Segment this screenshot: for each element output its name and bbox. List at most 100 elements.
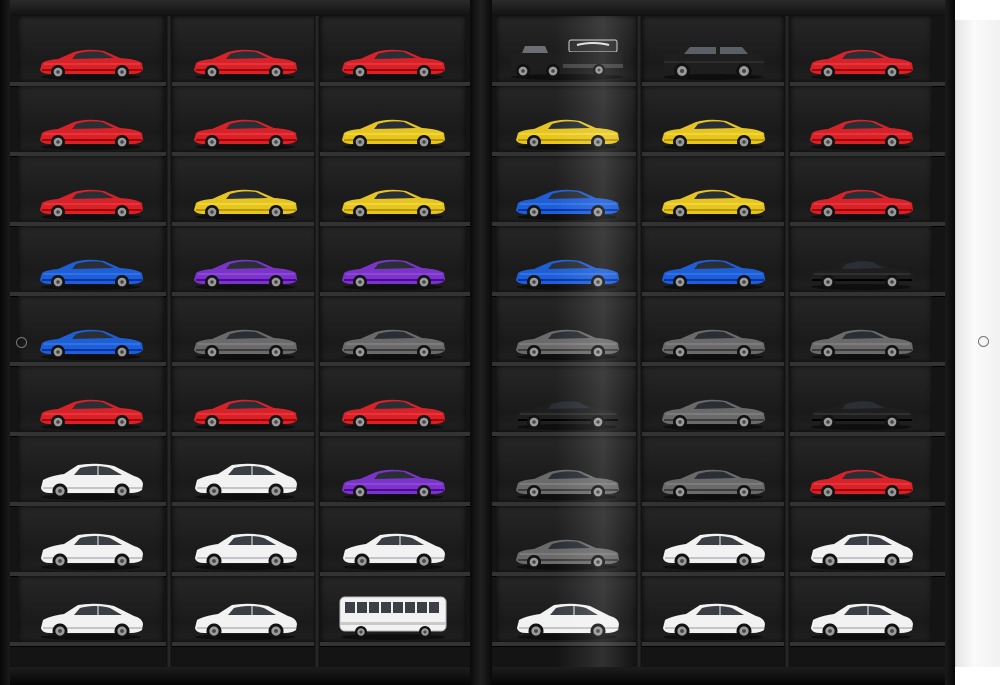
right-slot-r4-c3 (790, 226, 932, 292)
model-car-red-coupe (338, 46, 448, 84)
left-slot-r7-c3 (320, 436, 466, 502)
model-car-yellow-coupe (338, 186, 448, 224)
right-slot-r9-c1 (496, 576, 638, 642)
model-car-white-hatch (806, 530, 916, 574)
left-slot-r8-c2 (172, 506, 318, 572)
white-side-board (955, 20, 1000, 667)
model-car-white-hatch (658, 600, 768, 644)
right-slot-r6-c2 (642, 366, 784, 432)
model-car-white-hatch (190, 530, 300, 574)
right-slot-r9-c2 (642, 576, 784, 642)
model-car-white-hatch (338, 530, 448, 574)
model-car-red-coupe (36, 396, 146, 434)
model-car-red-coupe (806, 186, 916, 224)
model-car-black-coupe (806, 256, 916, 294)
model-car-white-hatch (36, 530, 146, 574)
model-car-blue-coupe (36, 256, 146, 294)
right-slot-r2-c2 (642, 86, 784, 152)
model-car-red-coupe (338, 396, 448, 434)
model-car-purple-coupe (190, 256, 300, 294)
model-car-red-coupe (36, 46, 146, 84)
model-car-white-hatch (190, 460, 300, 504)
model-car-blue-coupe (512, 256, 622, 294)
left-shelf-9 (10, 642, 470, 646)
model-car-gray-coupe (806, 326, 916, 364)
model-car-white-hatch (36, 460, 146, 504)
model-car-white-hatch (36, 600, 146, 644)
right-slot-r3-c3 (790, 156, 932, 222)
left-slot-r7-c1 (18, 436, 164, 502)
right-slot-r2-c3 (790, 86, 932, 152)
left-slot-r5-c2 (172, 296, 318, 362)
left-divider-2 (314, 16, 320, 667)
right-divider-2 (784, 16, 790, 667)
left-slot-r9-c3 (320, 576, 466, 642)
right-slot-r1-c1 (496, 16, 638, 82)
model-car-black-coupe (512, 396, 622, 434)
model-car-red-coupe (36, 116, 146, 154)
right-slot-r9-c3 (790, 576, 932, 642)
left-slot-r3-c1 (18, 156, 164, 222)
left-divider-1 (166, 16, 172, 667)
model-car-black-coupe (806, 396, 916, 434)
left-slot-r2-c3 (320, 86, 466, 152)
model-car-white-bus (337, 594, 449, 644)
right-slot-r6-c3 (790, 366, 932, 432)
model-car-red-coupe (36, 186, 146, 224)
right-slot-r8-c3 (790, 506, 932, 572)
left-slot-r9-c2 (172, 576, 318, 642)
cabinet-center-post (470, 0, 492, 685)
right-slot-r7-c1 (496, 436, 638, 502)
right-slot-r7-c3 (790, 436, 932, 502)
model-car-yellow-coupe (338, 116, 448, 154)
right-slot-r8-c1 (496, 506, 638, 572)
left-slot-r1-c2 (172, 16, 318, 82)
left-slot-r1-c3 (320, 16, 466, 82)
model-car-gray-coupe (190, 326, 300, 364)
right-slot-r4-c1 (496, 226, 638, 292)
model-car-white-hatch (806, 600, 916, 644)
model-car-red-coupe (190, 116, 300, 154)
left-slot-r4-c1 (18, 226, 164, 292)
left-slot-r9-c1 (18, 576, 164, 642)
left-slot-r8-c3 (320, 506, 466, 572)
right-slot-r4-c2 (642, 226, 784, 292)
model-car-white-hatch (512, 600, 622, 644)
right-shelf-9 (492, 642, 945, 646)
model-car-gray-coupe (658, 396, 768, 434)
model-car-black-suv (658, 40, 768, 84)
model-car-yellow-coupe (658, 186, 768, 224)
model-car-white-hatch (658, 530, 768, 574)
left-slot-r4-c3 (320, 226, 466, 292)
right-slot-r3-c1 (496, 156, 638, 222)
model-car-gray-coupe (658, 326, 768, 364)
left-slot-r6-c3 (320, 366, 466, 432)
left-slot-r4-c2 (172, 226, 318, 292)
model-car-blue-coupe (36, 326, 146, 364)
right-slot-r5-c2 (642, 296, 784, 362)
left-slot-r5-c1 (18, 296, 164, 362)
left-slot-r6-c2 (172, 366, 318, 432)
right-slot-r6-c1 (496, 366, 638, 432)
right-slot-r2-c1 (496, 86, 638, 152)
model-car-red-coupe (190, 396, 300, 434)
right-slot-r1-c3 (790, 16, 932, 82)
model-car-yellow-coupe (658, 116, 768, 154)
right-slot-r5-c3 (790, 296, 932, 362)
model-car-gray-coupe (658, 466, 768, 504)
left-door-panel (10, 16, 470, 667)
model-car-purple-coupe (338, 466, 448, 504)
cabinet-right-frame (945, 0, 955, 685)
right-slot-r8-c2 (642, 506, 784, 572)
left-door-knob[interactable] (16, 337, 27, 348)
left-slot-r1-c1 (18, 16, 164, 82)
model-car-purple-coupe (338, 256, 448, 294)
model-car-yellow-coupe (190, 186, 300, 224)
left-slot-r6-c1 (18, 366, 164, 432)
side-board-knob[interactable] (978, 336, 989, 347)
model-car-blue-coupe (512, 186, 622, 224)
right-divider-1 (636, 16, 642, 667)
model-car-red-coupe (806, 116, 916, 154)
model-car-red-coupe (806, 466, 916, 504)
model-car-gray-coupe (338, 326, 448, 364)
